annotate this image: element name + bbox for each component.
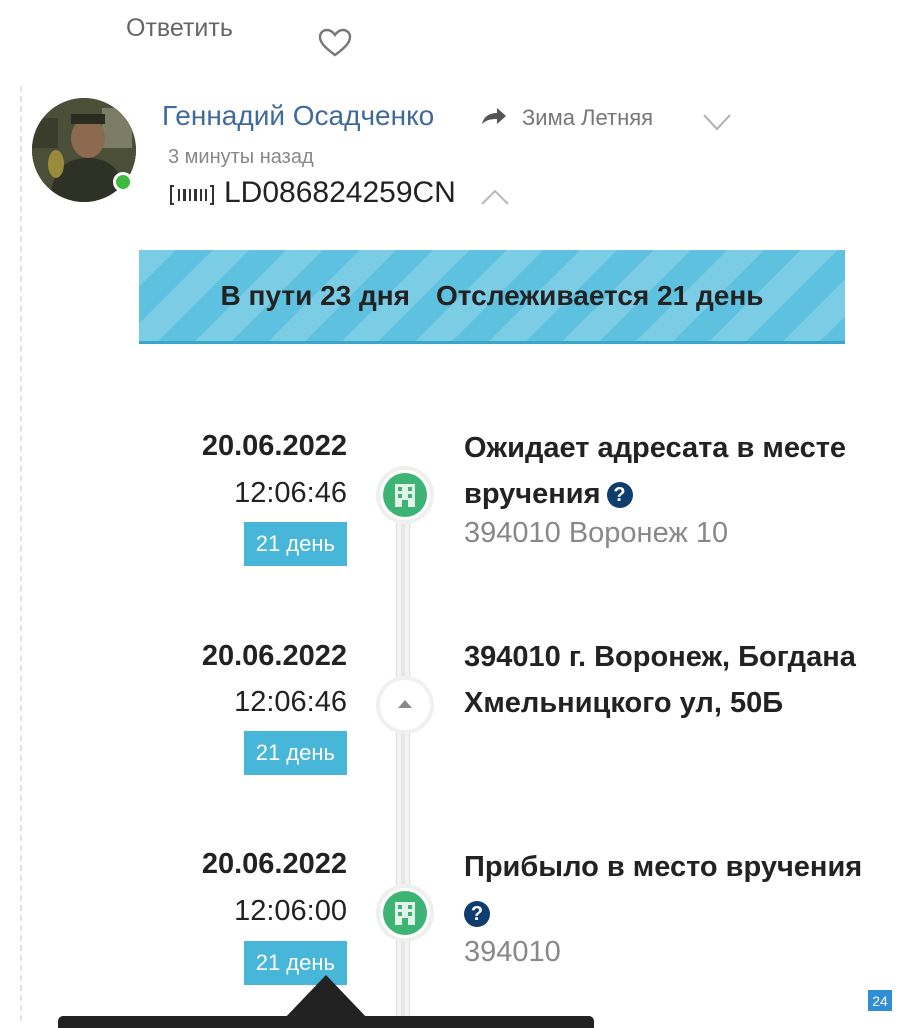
online-status-indicator	[113, 172, 133, 192]
event-time: 12:06:46	[234, 686, 347, 718]
collapse-arrow-icon[interactable]	[376, 676, 434, 734]
barcode-icon	[170, 185, 214, 205]
help-icon[interactable]: ?	[464, 901, 490, 927]
tracked-label: Отслеживается 21 день	[436, 279, 764, 311]
status-banner: В пути 23 дня Отслеживается 21 день	[139, 250, 845, 344]
post-office-icon	[376, 884, 434, 942]
tracking-number[interactable]: LD086824259CN	[224, 176, 456, 210]
event-date: 20.06.2022	[201, 430, 347, 462]
event-title: Ожидает адресата в месте вручения?	[464, 425, 900, 517]
reply-target-name[interactable]: Зима Летняя	[522, 105, 653, 131]
in-transit-label: В пути 23 дня	[220, 279, 411, 311]
post-office-icon	[376, 466, 434, 524]
event-date: 20.06.2022	[201, 640, 347, 672]
reply-arrow-icon	[482, 108, 506, 124]
day-badge: 21 день	[243, 731, 347, 775]
timestamp: 3 минуты назад	[168, 146, 314, 168]
thread-line	[20, 86, 22, 1021]
event-location: 394010	[464, 936, 561, 968]
event-title-text: Ожидает адресата в месте вручения	[464, 432, 847, 510]
heart-icon[interactable]	[318, 28, 352, 58]
help-icon[interactable]: ?	[606, 482, 633, 508]
event-location: 394010 Воронеж 10	[464, 517, 729, 549]
tooltip-popup	[58, 1016, 594, 1028]
event-title: 394010 г. Воронеж, Богдана Хмельницкого …	[464, 634, 900, 726]
author-name[interactable]: Геннадий Осадченко	[162, 100, 434, 132]
corner-badge[interactable]: 24	[868, 990, 892, 1014]
timeline-rail	[396, 520, 410, 1021]
event-title: Прибыло в место вручения?	[464, 844, 900, 936]
event-time: 12:06:46	[234, 477, 347, 509]
tooltip-arrow	[282, 975, 370, 1021]
event-title-text: Прибыло в место вручения	[464, 851, 863, 883]
chevron-down-icon[interactable]	[702, 112, 732, 132]
chevron-up-icon[interactable]	[480, 188, 510, 206]
day-badge: 21 день	[243, 522, 347, 566]
comment-actions: Ответить	[0, 0, 900, 70]
event-title-text: 394010 г. Воронеж, Богдана Хмельницкого …	[464, 641, 856, 719]
event-time: 12:06:00	[234, 895, 347, 927]
reply-link[interactable]: Ответить	[126, 14, 233, 43]
event-date: 20.06.2022	[201, 848, 347, 880]
